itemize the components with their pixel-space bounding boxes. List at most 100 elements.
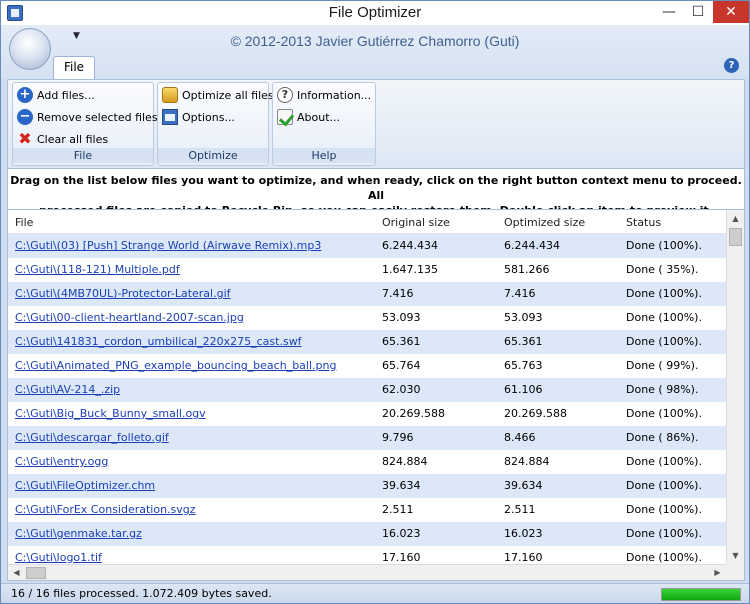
original-size: 65.361 xyxy=(382,335,421,348)
status-text: 16 / 16 files processed. 1.072.409 bytes… xyxy=(11,587,272,600)
optimized-size: 17.160 xyxy=(504,551,543,564)
scroll-right-icon[interactable]: ▶ xyxy=(709,565,726,580)
minimize-button[interactable]: — xyxy=(655,1,683,23)
group-label-optimize: Optimize xyxy=(158,148,268,163)
file-path[interactable]: C:\Guti\00-client-heartland-2007-scan.jp… xyxy=(15,311,244,324)
file-path[interactable]: C:\Guti\Big_Buck_Bunny_small.ogv xyxy=(15,407,206,420)
optimized-size: 39.634 xyxy=(504,479,543,492)
optimize-icon xyxy=(162,87,178,103)
remove-selected-files-button[interactable]: − Remove selected files xyxy=(17,108,158,128)
status: Done ( 35%). xyxy=(626,263,699,276)
optimized-size: 65.763 xyxy=(504,359,543,372)
file-path[interactable]: C:\Guti\(118-121) Multiple.pdf xyxy=(15,263,180,276)
table-row[interactable]: C:\Guti\FileOptimizer.chm 39.634 39.634 Don… xyxy=(8,474,726,498)
table-row[interactable]: C:\Guti\AV-214_.zip 62.030 61.106 Done ( 98… xyxy=(8,378,726,402)
original-size: 824.884 xyxy=(382,455,428,468)
table-row[interactable]: C:\Guti\(03) [Push] Strange World (Airwa… xyxy=(8,234,726,258)
table-row[interactable]: C:\Guti\genmake.tar.gz 16.023 16.023 Done (… xyxy=(8,522,726,546)
vertical-scrollbar[interactable]: ▲ ▼ xyxy=(726,210,744,564)
scroll-down-icon[interactable]: ▼ xyxy=(727,547,744,564)
close-button[interactable]: ✕ xyxy=(713,1,749,23)
title-bar[interactable]: File Optimizer — ☐ ✕ xyxy=(1,1,749,25)
options-window-icon xyxy=(162,109,178,125)
status: Done (100%). xyxy=(626,527,702,540)
table-row[interactable]: C:\Guti\141831_cordon_umbilical_220x275_… xyxy=(8,330,726,354)
status: Done (100%). xyxy=(626,479,702,492)
horizontal-scroll-thumb[interactable] xyxy=(26,567,46,579)
ribbon-panel: + Add files... − Remove selected files ✖ Cl… xyxy=(7,79,745,169)
file-path[interactable]: C:\Guti\logo1.tif xyxy=(15,551,102,564)
table-row[interactable]: C:\Guti\(118-121) Multiple.pdf 1.647.135 5… xyxy=(8,258,726,282)
column-header-original-size[interactable]: Original size xyxy=(382,216,450,229)
original-size: 62.030 xyxy=(382,383,421,396)
options-button[interactable]: Options... xyxy=(162,108,235,128)
status: Done ( 99%). xyxy=(626,359,699,372)
add-files-button[interactable]: + Add files... xyxy=(17,86,95,106)
scroll-up-icon[interactable]: ▲ xyxy=(727,210,744,227)
vertical-scroll-thumb[interactable] xyxy=(729,228,742,246)
table-row[interactable]: C:\Guti\entry.ogg 824.884 824.884 Done (100… xyxy=(8,450,726,474)
instructions-line-1: Drag on the list below files you want to… xyxy=(10,174,742,202)
group-file: + Add files... − Remove selected files ✖ Cl… xyxy=(12,82,158,166)
optimized-size: 20.269.588 xyxy=(504,407,567,420)
optimized-size: 824.884 xyxy=(504,455,550,468)
optimized-size: 65.361 xyxy=(504,335,543,348)
file-path[interactable]: C:\Guti\Animated_PNG_example_bouncing_be… xyxy=(15,359,336,372)
table-row[interactable]: C:\Guti\Big_Buck_Bunny_small.ogv 20.269.5… xyxy=(8,402,726,426)
column-header-optimized-size[interactable]: Optimized size xyxy=(504,216,585,229)
original-size: 39.634 xyxy=(382,479,421,492)
file-path[interactable]: C:\Guti\(4MB70UL)-Protector-Lateral.gif xyxy=(15,287,231,300)
file-path[interactable]: C:\Guti\ForEx Consideration.svgz xyxy=(15,503,196,516)
table-row[interactable]: C:\Guti\descargar_folleto.gif 9.796 8.466 D… xyxy=(8,426,726,450)
status: Done (100%). xyxy=(626,455,702,468)
status-bar: 16 / 16 files processed. 1.072.409 bytes… xyxy=(1,583,749,603)
file-path[interactable]: C:\Guti\genmake.tar.gz xyxy=(15,527,142,540)
optimized-size: 16.023 xyxy=(504,527,543,540)
help-icon[interactable]: ? xyxy=(724,58,739,73)
list-rows: C:\Guti\(03) [Push] Strange World (Airwa… xyxy=(8,234,726,570)
file-path[interactable]: C:\Guti\FileOptimizer.chm xyxy=(15,479,155,492)
original-size: 53.093 xyxy=(382,311,421,324)
original-size: 1.647.135 xyxy=(382,263,438,276)
group-help: ? Information... About... Help xyxy=(272,82,376,166)
instructions-text: Drag on the list below files you want to… xyxy=(7,169,745,217)
original-size: 6.244.434 xyxy=(382,239,438,252)
group-label-file: File xyxy=(13,148,153,163)
information-button[interactable]: ? Information... xyxy=(277,86,371,106)
file-path[interactable]: C:\Guti\(03) [Push] Strange World (Airwa… xyxy=(15,239,321,252)
table-row[interactable]: C:\Guti\(4MB70UL)-Protector-Lateral.gif 7… xyxy=(8,282,726,306)
scroll-left-icon[interactable]: ◀ xyxy=(8,565,25,580)
maximize-button[interactable]: ☐ xyxy=(684,1,712,23)
add-icon: + xyxy=(17,87,33,103)
horizontal-scrollbar[interactable]: ◀ ▶ xyxy=(8,564,726,580)
table-row[interactable]: C:\Guti\00-client-heartland-2007-scan.jp… xyxy=(8,306,726,330)
progress-fill xyxy=(662,589,740,600)
original-size: 2.511 xyxy=(382,503,414,516)
checkmark-icon xyxy=(277,109,293,125)
clear-all-files-button[interactable]: ✖ Clear all files xyxy=(17,130,108,150)
table-row[interactable]: C:\Guti\ForEx Consideration.svgz 2.511 2.5… xyxy=(8,498,726,522)
file-path[interactable]: C:\Guti\descargar_folleto.gif xyxy=(15,431,169,444)
copyright-subtitle: © 2012-2013 Javier Gutiérrez Chamorro (G… xyxy=(230,33,520,49)
file-list[interactable]: File Original size Optimized size Status… xyxy=(7,209,745,581)
original-size: 17.160 xyxy=(382,551,421,564)
progress-bar xyxy=(661,588,741,601)
about-button[interactable]: About... xyxy=(277,108,340,128)
original-size: 20.269.588 xyxy=(382,407,445,420)
optimized-size: 8.466 xyxy=(504,431,536,444)
file-path[interactable]: C:\Guti\AV-214_.zip xyxy=(15,383,120,396)
optimized-size: 581.266 xyxy=(504,263,550,276)
status: Done ( 98%). xyxy=(626,383,699,396)
tab-file[interactable]: File xyxy=(53,56,95,80)
status: Done (100%). xyxy=(626,551,702,564)
status: Done (100%). xyxy=(626,335,702,348)
column-header-file[interactable]: File xyxy=(15,216,33,229)
original-size: 65.764 xyxy=(382,359,421,372)
file-path[interactable]: C:\Guti\141831_cordon_umbilical_220x275_… xyxy=(15,335,302,348)
file-path[interactable]: C:\Guti\entry.ogg xyxy=(15,455,108,468)
column-header-status[interactable]: Status xyxy=(626,216,661,229)
optimized-size: 53.093 xyxy=(504,311,543,324)
table-row[interactable]: C:\Guti\Animated_PNG_example_bouncing_be… xyxy=(8,354,726,378)
optimize-all-files-button[interactable]: Optimize all files xyxy=(162,86,274,106)
list-header: File Original size Optimized size Status xyxy=(8,210,726,234)
